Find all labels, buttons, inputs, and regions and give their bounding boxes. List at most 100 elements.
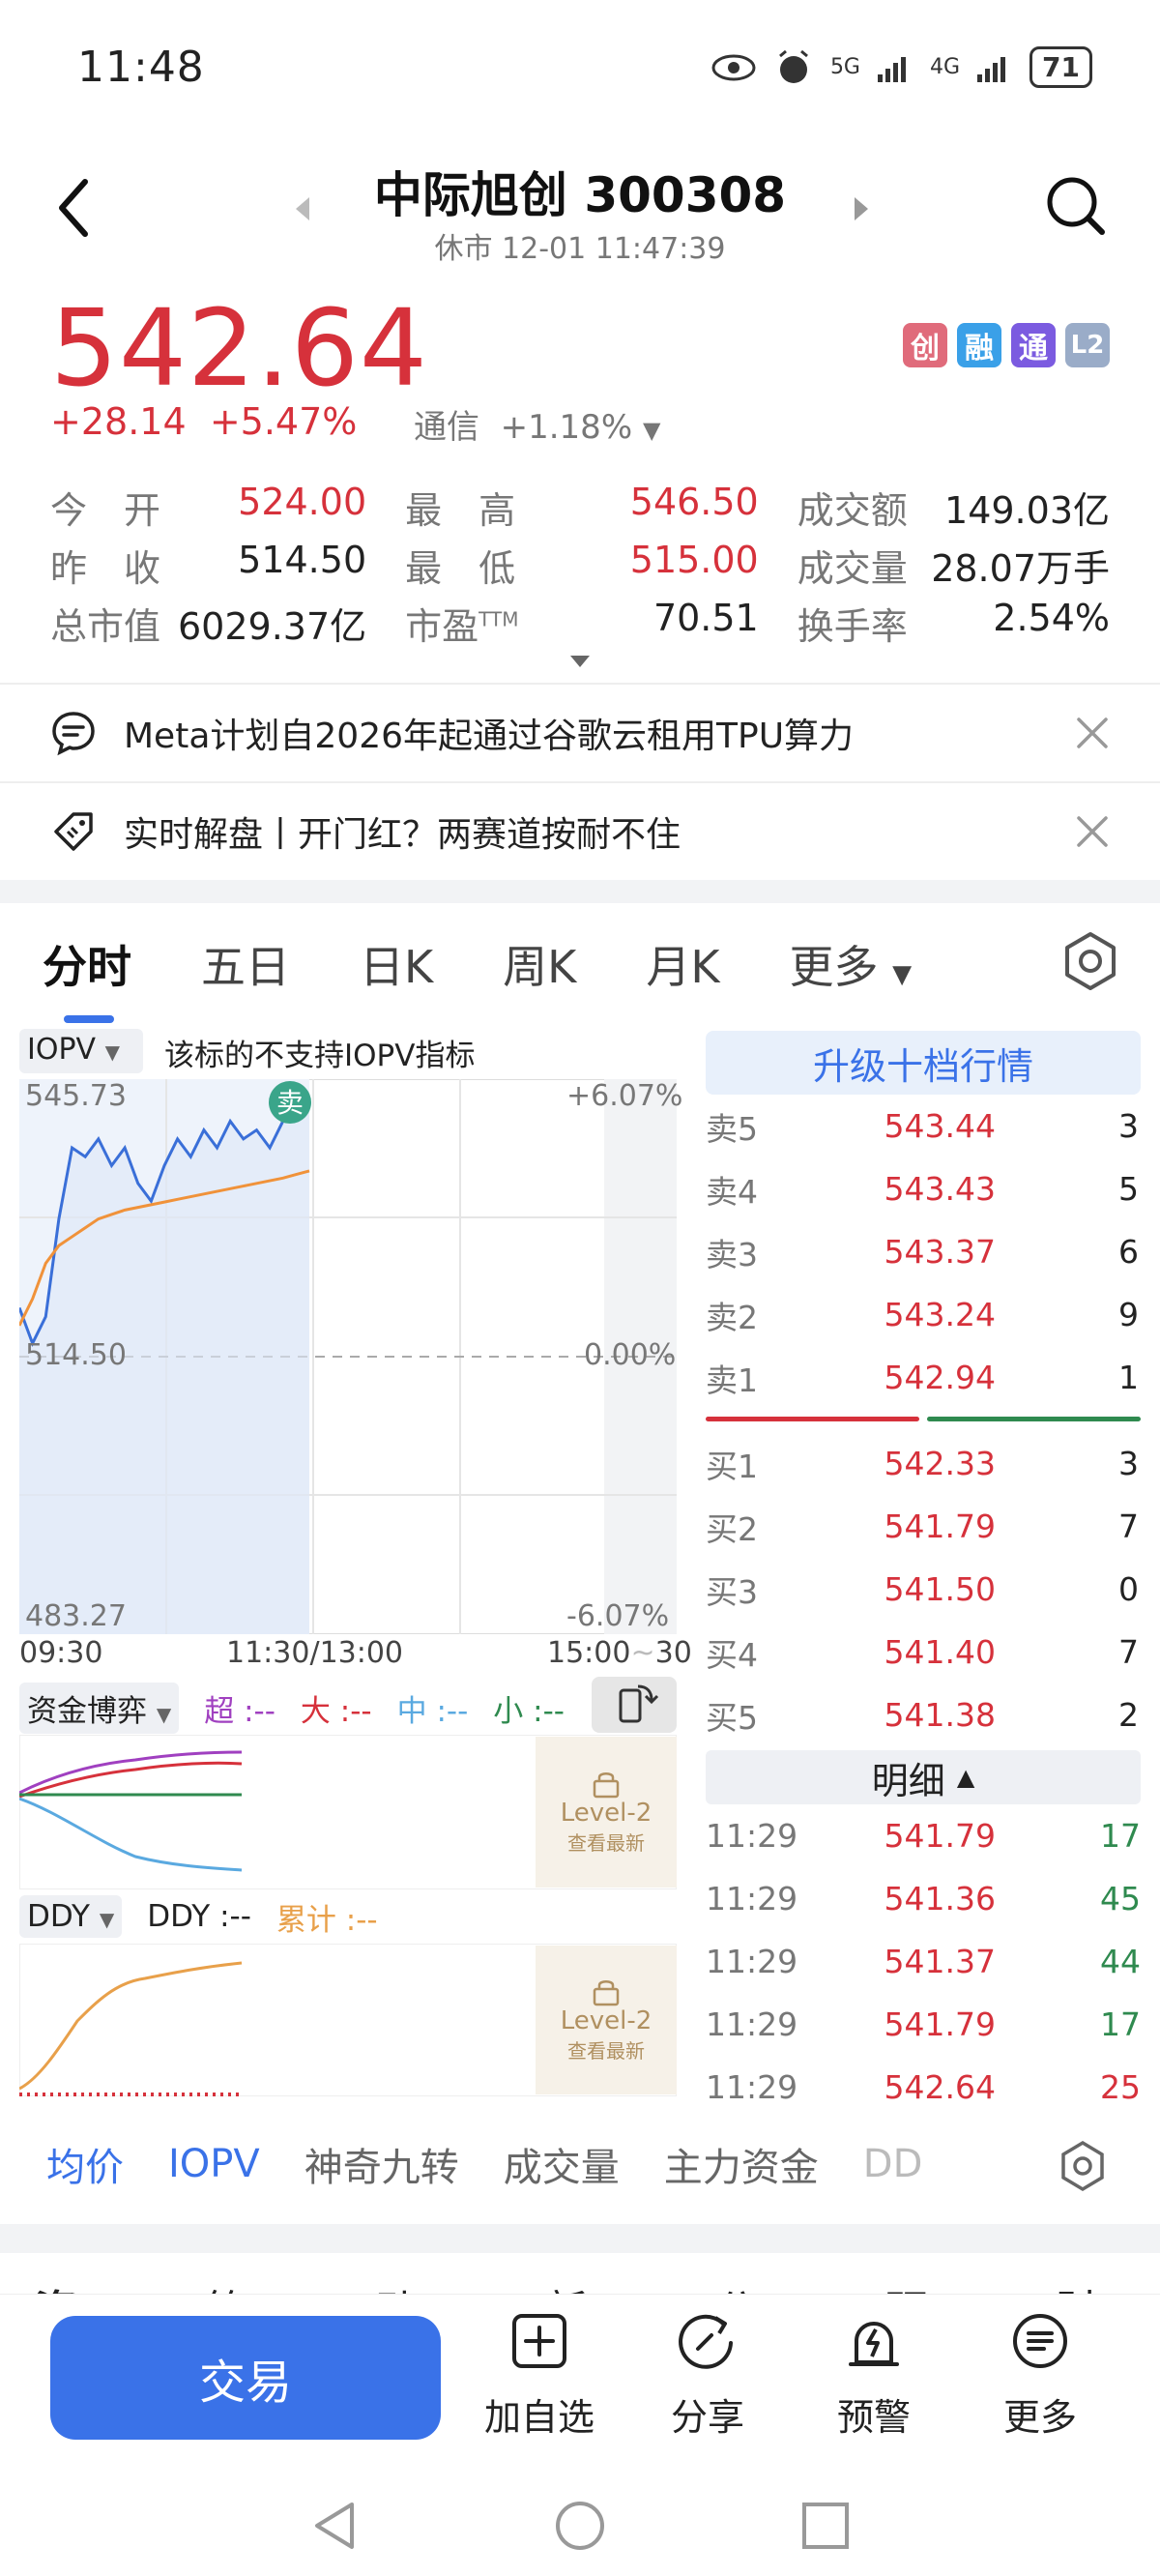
pct-axis-high: +6.07% (566, 1079, 683, 1113)
ind-tab-magic9[interactable]: 神奇九转 (304, 2136, 459, 2192)
section-tab[interactable]: 简况 (205, 2276, 286, 2294)
ind-tab-iopv[interactable]: IOPV (168, 2142, 260, 2186)
lock-icon (593, 1979, 620, 2005)
ind-tab-volume[interactable]: 成交量 (504, 2136, 620, 2192)
bid-level-label: 买4 (706, 1635, 758, 1674)
trade-time: 11:29 (706, 2005, 798, 2043)
ask-qty: 1 (1118, 1359, 1139, 1396)
bid-level-label: 买5 (706, 1698, 758, 1737)
fund-indicator-row: 资金博弈 ▼ 超 :-- 大 :-- 中 :-- 小 :-- (19, 1682, 565, 1734)
x-axis-end: 15:00~30 (547, 1636, 692, 1670)
trade-price: 541.79 (884, 1817, 996, 1855)
y-axis-high: 545.73 (25, 1079, 127, 1113)
x-axis-mid: 11:30/13:00 (226, 1636, 404, 1670)
nav-recents-icon[interactable] (800, 2501, 851, 2551)
ind-tab-main-fund[interactable]: 主力资金 (664, 2136, 819, 2192)
bid-price: 542.33 (884, 1445, 996, 1482)
ask-price: 542.94 (884, 1359, 996, 1396)
bid-qty: 7 (1118, 1633, 1139, 1671)
iopv-selector[interactable]: IOPV ▼ (19, 1029, 143, 1073)
level2-title: Level-2 (560, 2005, 652, 2035)
tab-month-k[interactable]: 月K (646, 932, 719, 996)
news-item[interactable]: 实时解盘丨开门红？两赛道按耐不住 (0, 783, 1160, 880)
news-text: 实时解盘丨开门红？两赛道按耐不住 (124, 815, 682, 855)
level2-upsell[interactable]: Level-2 查看最新 (536, 1946, 677, 2094)
bid-row: 买1 542.33 3 (706, 1432, 1141, 1495)
trade-time: 11:29 (706, 2068, 798, 2106)
sector-change[interactable]: 通信 +1.18% ▼ (414, 400, 660, 448)
news-item[interactable]: Meta计划自2026年起通过谷歌云租用TPU算力 (0, 685, 1160, 781)
ask-level-label: 卖5 (706, 1109, 758, 1148)
tab-week-k[interactable]: 周K (503, 932, 576, 996)
fund-selector[interactable]: 资金博弈 ▼ (19, 1682, 180, 1734)
bid-row: 买2 541.79 7 (706, 1495, 1141, 1558)
stat-low: 515.00 (629, 538, 759, 581)
trade-price: 541.36 (884, 1880, 996, 1917)
ddy-selector[interactable]: DDY ▼ (19, 1895, 123, 1938)
alert-bolt-icon (849, 2322, 899, 2366)
bid-price: 541.50 (884, 1570, 996, 1608)
ask-level-label: 卖1 (706, 1361, 758, 1399)
search-icon[interactable] (1042, 172, 1110, 240)
page-title: 中际旭创 300308 (373, 167, 787, 223)
badge-tong: 通 (1011, 323, 1056, 367)
trade-row: 11:29 541.79 17 (706, 1993, 1141, 2056)
trade-price: 541.37 (884, 1943, 996, 1980)
signal-icon-2 (977, 56, 1006, 82)
stat-market-cap: 6029.37亿 (177, 604, 367, 648)
settings-icon[interactable] (1059, 930, 1121, 992)
section-tab[interactable]: 财务 (1056, 2276, 1137, 2294)
level2-sub: 查看最新 (567, 1830, 645, 1855)
rotate-button[interactable] (592, 1677, 677, 1733)
close-icon[interactable] (1075, 716, 1110, 750)
trade-button[interactable]: 交易 (50, 2316, 441, 2440)
ind-tab-ddx[interactable]: DD (863, 2142, 923, 2186)
sell-marker-label: 卖 (276, 1087, 304, 1119)
detail-toggle[interactable]: 明细 ▲ (706, 1750, 1141, 1804)
bid-level-label: 买2 (706, 1509, 758, 1548)
section-tabs-partial: 资金 简况 动态 新闻 公告 研报 财务 (35, 2253, 1137, 2294)
ind-tab-avg[interactable]: 均价 (46, 2136, 124, 2192)
stat-label: 最 低 (405, 546, 516, 590)
section-tab[interactable]: 研报 (885, 2276, 967, 2294)
share-icon (679, 2314, 733, 2369)
stat-amount: 149.03亿 (944, 488, 1110, 532)
section-tab[interactable]: 资金 (35, 2276, 116, 2294)
nav-home-icon[interactable] (553, 2499, 607, 2553)
prev-stock-icon[interactable] (290, 193, 313, 224)
ask-level-label: 卖4 (706, 1172, 758, 1211)
alert-button[interactable]: 预警 (797, 2310, 951, 2441)
bid-price: 541.79 (884, 1508, 996, 1545)
indicator-settings-icon[interactable] (1056, 2139, 1110, 2193)
bottom-action-bar: 交易 加自选 分享 预警 更多 (0, 2294, 1160, 2458)
nav-back-icon[interactable] (309, 2499, 360, 2553)
level2-upsell[interactable]: Level-2 查看最新 (536, 1737, 677, 1888)
status-icons: 5G 4G 71 (710, 46, 1092, 88)
stat-label: 成交量 (797, 546, 908, 590)
trade-row: 11:29 542.64 25 (706, 2056, 1141, 2119)
section-tab[interactable]: 新闻 (545, 2276, 626, 2294)
bid-price: 541.38 (884, 1696, 996, 1734)
tab-intraday[interactable]: 分时 (43, 932, 131, 1023)
share-button[interactable]: 分享 (630, 2310, 785, 2441)
stat-label: 今 开 (50, 488, 161, 532)
badge-rong: 融 (957, 323, 1001, 367)
current-price: 542.64 (50, 286, 428, 410)
add-watchlist-button[interactable]: 加自选 (462, 2310, 617, 2441)
close-icon[interactable] (1075, 814, 1110, 849)
section-tab[interactable]: 动态 (375, 2276, 456, 2294)
expand-stats-icon[interactable] (568, 654, 592, 669)
tab-more[interactable]: 更多 ▼ (790, 932, 913, 996)
add-square-icon (512, 2314, 566, 2368)
ask-qty: 3 (1118, 1107, 1139, 1145)
eye-icon (711, 54, 756, 80)
tab-5day[interactable]: 五日 (201, 932, 290, 996)
section-tab[interactable]: 公告 (715, 2276, 797, 2294)
pct-axis-mid: 0.00% (584, 1338, 677, 1372)
alarm-icon (778, 49, 808, 83)
upgrade-level10-button[interactable]: 升级十档行情 (706, 1031, 1141, 1095)
tab-day-k[interactable]: 日K (360, 932, 433, 996)
y-axis-mid: 514.50 (25, 1338, 127, 1372)
more-button[interactable]: 更多 (963, 2310, 1117, 2441)
next-stock-icon[interactable] (851, 193, 874, 224)
